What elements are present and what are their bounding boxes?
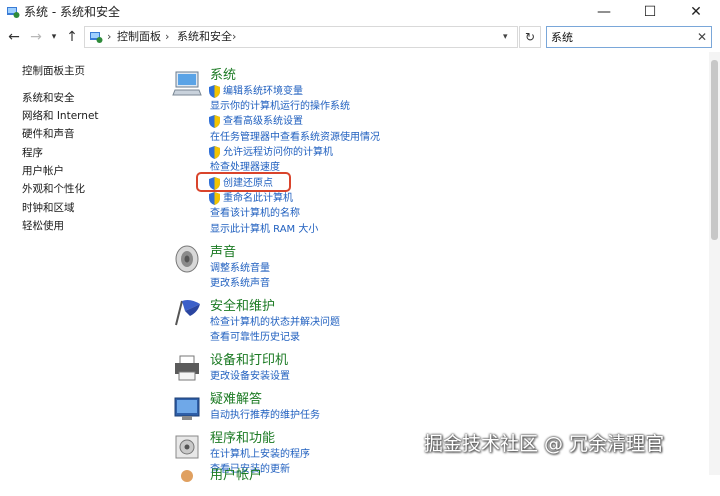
title-bar: 系统 - 系统和安全 — ☐ ✕ (0, 0, 720, 24)
sidebar-item-ease-of-access[interactable]: 轻松使用 (22, 219, 64, 233)
up-arrow-icon[interactable]: ↑ (62, 27, 82, 47)
refresh-button[interactable]: ↻ (519, 26, 541, 48)
task-adjust-volume[interactable]: 调整系统音量 (210, 262, 270, 275)
task-task-manager-resources[interactable]: 在任务管理器中查看系统资源使用情况 (210, 131, 380, 144)
category-troubleshooting-title[interactable]: 疑难解答 (210, 392, 262, 408)
category-user-accounts-title[interactable]: 用户帐户 (210, 468, 262, 484)
forward-arrow-icon[interactable]: → (26, 27, 46, 47)
search-input[interactable] (551, 29, 689, 45)
task-change-sounds[interactable]: 更改系统声音 (210, 277, 270, 290)
control-panel-icon (90, 32, 103, 43)
sidebar-item-appearance[interactable]: 外观和个性化 (22, 182, 85, 196)
watermark-text: 掘金技术社区 @ 冗余清理官 (424, 433, 665, 455)
sidebar-item-hardware-sound[interactable]: 硬件和声音 (22, 127, 75, 141)
shield-icon (209, 85, 220, 98)
task-auto-maintenance[interactable]: 自动执行推荐的维护任务 (210, 409, 320, 422)
address-bar[interactable]: › 控制面板 › 系统和安全 › ▾ (84, 26, 518, 48)
category-sound-title[interactable]: 声音 (210, 245, 236, 261)
minimize-button[interactable]: — (581, 0, 627, 24)
highlight-box (196, 172, 291, 192)
speaker-icon (175, 245, 199, 273)
task-rename-computer[interactable]: 重命名此计算机 (223, 192, 293, 205)
task-installed-programs[interactable]: 在计算机上安装的程序 (210, 448, 310, 461)
chevron-right-icon[interactable]: › (165, 29, 169, 45)
task-reliability-history[interactable]: 查看可靠性历史记录 (210, 331, 300, 344)
search-box[interactable]: ✕ (546, 26, 712, 48)
task-device-install-settings[interactable]: 更改设备安装设置 (210, 370, 290, 383)
task-show-ram[interactable]: 显示此计算机 RAM 大小 (210, 223, 318, 236)
chevron-right-icon[interactable]: › (107, 29, 111, 45)
sidebar-item-system-security[interactable]: 系统和安全 (22, 91, 75, 105)
sidebar-item-clock-region[interactable]: 时钟和区域 (22, 201, 75, 215)
chevron-down-icon[interactable]: ▾ (503, 29, 508, 45)
computer-icon (172, 71, 202, 96)
category-security-title[interactable]: 安全和维护 (210, 299, 275, 315)
shield-icon (209, 146, 220, 159)
user-accounts-icon (181, 470, 193, 482)
control-panel-icon (7, 7, 20, 18)
scrollbar-thumb[interactable] (711, 60, 718, 240)
printer-icon (175, 355, 199, 381)
sidebar-item-user-accounts[interactable]: 用户帐户 (22, 164, 64, 178)
task-show-os[interactable]: 显示你的计算机运行的操作系统 (210, 100, 350, 113)
back-arrow-icon[interactable]: ← (4, 27, 24, 47)
recent-locations-icon[interactable]: ▾ (44, 27, 64, 47)
category-system-title[interactable]: 系统 (210, 68, 236, 84)
maximize-button[interactable]: ☐ (627, 0, 673, 24)
breadcrumb-system-security[interactable]: 系统和安全 (177, 29, 232, 45)
task-advanced-settings[interactable]: 查看高级系统设置 (223, 115, 303, 128)
sidebar-home-link[interactable]: 控制面板主页 (22, 64, 85, 78)
category-devices-title[interactable]: 设备和打印机 (210, 353, 288, 369)
chevron-right-icon[interactable]: › (232, 29, 236, 45)
task-check-status[interactable]: 检查计算机的状态并解决问题 (210, 316, 340, 329)
navigation-bar: ← → ▾ ↑ › 控制面板 › 系统和安全 › ▾ ↻ ✕ (0, 24, 720, 50)
sidebar-item-programs[interactable]: 程序 (22, 146, 43, 160)
window-title: 系统 - 系统和安全 (24, 5, 120, 19)
close-button[interactable]: ✕ (673, 0, 719, 24)
task-view-computer-name[interactable]: 查看该计算机的名称 (210, 207, 300, 220)
shield-icon (209, 192, 220, 205)
task-edit-env-vars[interactable]: 编辑系统环境变量 (223, 85, 303, 98)
breadcrumb-control-panel[interactable]: 控制面板 (117, 29, 161, 45)
programs-icon (175, 435, 199, 459)
flag-icon (175, 300, 200, 326)
task-remote-access[interactable]: 允许远程访问你的计算机 (223, 146, 333, 159)
clear-search-icon[interactable]: ✕ (697, 29, 707, 45)
shield-icon (209, 115, 220, 128)
category-programs-title[interactable]: 程序和功能 (210, 431, 275, 447)
scrollbar[interactable] (709, 52, 720, 475)
sidebar-item-network-internet[interactable]: 网络和 Internet (22, 109, 99, 123)
troubleshoot-icon (174, 397, 200, 420)
